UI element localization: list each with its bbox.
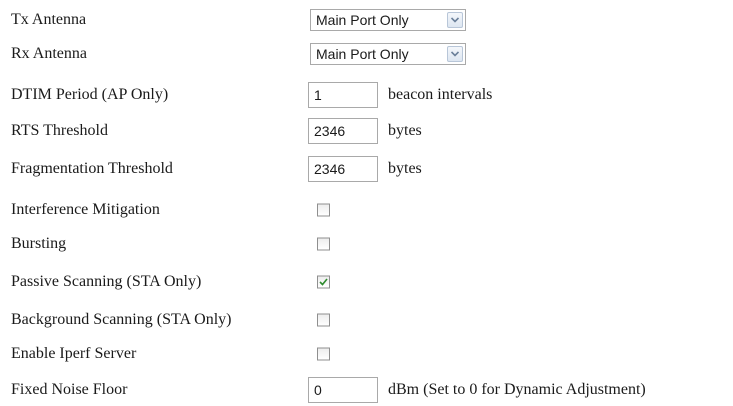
checkmark-icon bbox=[319, 278, 328, 286]
tx-antenna-select[interactable]: Main Port Only bbox=[310, 9, 466, 31]
tx-antenna-value: Main Port Only bbox=[316, 12, 409, 28]
row-background-scanning: Background Scanning (STA Only) bbox=[0, 306, 733, 334]
row-rts-threshold: RTS Threshold bytes bbox=[0, 117, 733, 145]
rx-antenna-label: Rx Antenna bbox=[11, 45, 87, 62]
bursting-checkbox[interactable] bbox=[317, 237, 330, 251]
row-enable-iperf-server: Enable Iperf Server bbox=[0, 340, 733, 368]
interference-mitigation-checkbox[interactable] bbox=[317, 203, 330, 217]
row-passive-scanning: Passive Scanning (STA Only) bbox=[0, 268, 733, 296]
interference-mitigation-label: Interference Mitigation bbox=[11, 201, 160, 218]
rts-threshold-unit: bytes bbox=[388, 122, 422, 139]
background-scanning-label: Background Scanning (STA Only) bbox=[11, 311, 232, 328]
dtim-period-input[interactable] bbox=[308, 82, 378, 108]
rx-antenna-value: Main Port Only bbox=[316, 46, 409, 62]
row-dtim-period: DTIM Period (AP Only) beacon intervals bbox=[0, 81, 733, 109]
rx-antenna-select[interactable]: Main Port Only bbox=[310, 43, 466, 65]
fragmentation-threshold-unit: bytes bbox=[388, 160, 422, 177]
row-rx-antenna: Rx Antenna Main Port Only bbox=[0, 40, 733, 68]
chevron-down-icon[interactable] bbox=[447, 12, 463, 28]
background-scanning-checkbox[interactable] bbox=[317, 313, 330, 327]
rts-threshold-input[interactable] bbox=[308, 118, 378, 144]
tx-antenna-label: Tx Antenna bbox=[11, 11, 87, 28]
row-tx-antenna: Tx Antenna Main Port Only bbox=[0, 6, 733, 34]
enable-iperf-server-checkbox[interactable] bbox=[317, 347, 330, 361]
rts-threshold-label: RTS Threshold bbox=[11, 122, 108, 139]
enable-iperf-server-label: Enable Iperf Server bbox=[11, 345, 137, 362]
fixed-noise-floor-unit: dBm (Set to 0 for Dynamic Adjustment) bbox=[388, 381, 646, 398]
chevron-down-icon[interactable] bbox=[447, 46, 463, 62]
row-fixed-noise-floor: Fixed Noise Floor dBm (Set to 0 for Dyna… bbox=[0, 376, 733, 404]
fragmentation-threshold-label: Fragmentation Threshold bbox=[11, 160, 173, 177]
dtim-period-unit: beacon intervals bbox=[388, 86, 493, 103]
fixed-noise-floor-label: Fixed Noise Floor bbox=[11, 381, 128, 398]
dtim-period-label: DTIM Period (AP Only) bbox=[11, 86, 169, 103]
fragmentation-threshold-input[interactable] bbox=[308, 156, 378, 182]
passive-scanning-checkbox[interactable] bbox=[317, 275, 330, 289]
row-bursting: Bursting bbox=[0, 230, 733, 258]
row-interference-mitigation: Interference Mitigation bbox=[0, 196, 733, 224]
bursting-label: Bursting bbox=[11, 235, 67, 252]
fixed-noise-floor-input[interactable] bbox=[308, 377, 378, 403]
row-fragmentation-threshold: Fragmentation Threshold bytes bbox=[0, 155, 733, 183]
passive-scanning-label: Passive Scanning (STA Only) bbox=[11, 273, 202, 290]
